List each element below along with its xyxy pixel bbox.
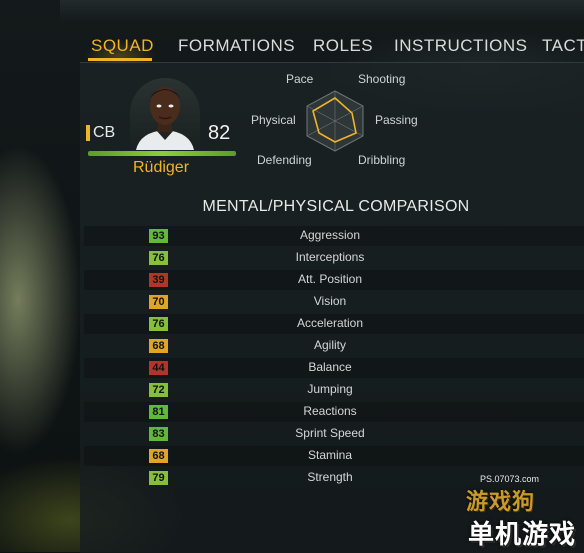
stat-row-att-position[interactable]: 39 Att. Position xyxy=(84,270,584,290)
stat-value-box: 70 xyxy=(149,295,168,309)
stat-value-box: 68 xyxy=(149,449,168,463)
active-tab-indicator xyxy=(88,58,152,61)
tab-roles[interactable]: ROLES xyxy=(313,36,373,56)
radar-label-pace: Pace xyxy=(286,72,314,86)
stat-row-interceptions[interactable]: 76 Interceptions xyxy=(84,248,584,268)
stat-value-box: 76 xyxy=(149,317,168,331)
player-avatar xyxy=(130,78,200,150)
stat-row-stamina[interactable]: 68 Stamina xyxy=(84,446,584,466)
radar-label-shooting: Shooting xyxy=(358,72,406,86)
stat-label: Reactions xyxy=(303,404,357,418)
tab-bar: SQUAD FORMATIONS ROLES INSTRUCTIONS TACT xyxy=(0,0,584,64)
tab-formations[interactable]: FORMATIONS xyxy=(178,36,295,56)
stat-label: Vision xyxy=(313,294,347,308)
radar-label-passing: Passing xyxy=(375,113,418,127)
watermark-subtitle: 单机游戏 xyxy=(468,519,577,549)
stat-value-box: 39 xyxy=(149,273,168,287)
stat-label: Interceptions xyxy=(295,250,365,264)
stat-label: Jumping xyxy=(307,382,353,396)
watermark-logo: 游戏狗 xyxy=(466,489,536,514)
stat-row-balance[interactable]: 44 Balance xyxy=(84,358,584,378)
stat-row-sprint-speed[interactable]: 83 Sprint Speed xyxy=(84,424,584,444)
comparison-title: MENTAL/PHYSICAL COMPARISON xyxy=(202,198,470,215)
stat-row-acceleration[interactable]: 76 Acceleration xyxy=(84,314,584,334)
tab-tactics[interactable]: TACT xyxy=(542,36,584,56)
position-indicator xyxy=(86,125,90,141)
stat-label: Sprint Speed xyxy=(295,426,365,440)
stat-label: Stamina xyxy=(307,448,353,462)
radar-label-dribbling: Dribbling xyxy=(358,153,406,167)
stat-label: Att. Position xyxy=(297,272,363,286)
stat-value-box: 44 xyxy=(149,361,168,375)
stat-value-box: 76 xyxy=(149,251,168,265)
stat-value-box: 72 xyxy=(149,383,168,397)
stat-label: Strength xyxy=(307,470,353,484)
stat-label: Acceleration xyxy=(296,316,364,330)
player-rating: 82 xyxy=(208,122,231,144)
tab-squad[interactable]: SQUAD xyxy=(91,36,154,56)
stat-row-reactions[interactable]: 81 Reactions xyxy=(84,402,584,422)
stat-row-jumping[interactable]: 72 Jumping xyxy=(84,380,584,400)
radar-label-defending: Defending xyxy=(257,153,312,167)
stat-value-box: 93 xyxy=(149,229,168,243)
tab-instructions[interactable]: INSTRUCTIONS xyxy=(394,36,528,56)
rating-bar xyxy=(88,151,236,156)
stat-row-aggression[interactable]: 93 Aggression xyxy=(84,226,584,246)
player-name: Rüdiger xyxy=(132,159,190,176)
watermark-url: PS.07073.com xyxy=(480,474,540,484)
stat-value-box: 79 xyxy=(149,471,168,485)
stat-value-box: 83 xyxy=(149,427,168,441)
radar-label-physical: Physical xyxy=(251,113,296,127)
stat-value-box: 68 xyxy=(149,339,168,353)
player-position: CB xyxy=(93,124,116,141)
stat-label: Balance xyxy=(308,360,352,374)
stat-row-agility[interactable]: 68 Agility xyxy=(84,336,584,356)
radar-hexagon xyxy=(306,90,364,152)
stat-value-box: 81 xyxy=(149,405,168,419)
stat-label: Agility xyxy=(313,338,346,352)
stat-label: Aggression xyxy=(299,228,361,242)
stat-row-vision[interactable]: 70 Vision xyxy=(84,292,584,312)
